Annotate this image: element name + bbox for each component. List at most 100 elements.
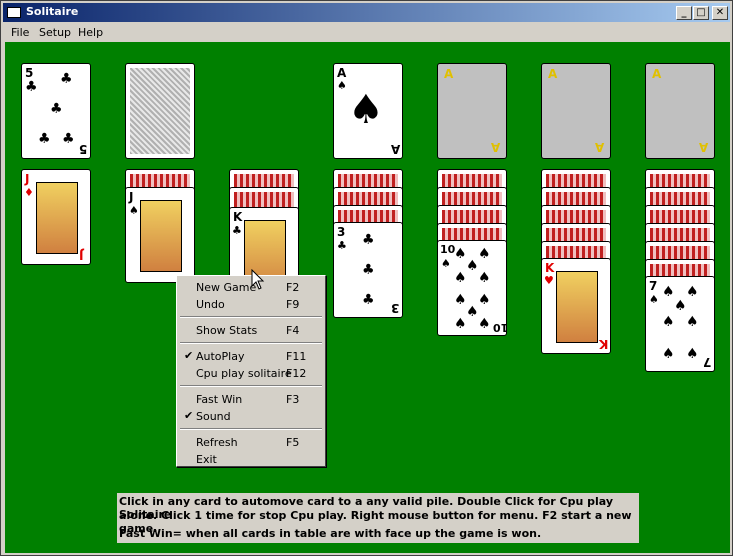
card-rank-inverted: K	[599, 337, 609, 351]
menu-item-label: Show Stats	[196, 324, 258, 337]
card-rank: 5	[25, 66, 34, 80]
menu-setup[interactable]: Setup	[39, 26, 71, 39]
menu-item-shortcut: F11	[286, 350, 307, 363]
card-rank-inverted: 3	[391, 301, 400, 315]
menu-help[interactable]: Help	[78, 26, 103, 39]
spade-icon: ♠	[454, 246, 467, 262]
close-button[interactable]: ✕	[712, 6, 728, 20]
spade-icon: ♠	[454, 316, 467, 332]
menu-item-label: Undo	[196, 298, 225, 311]
spade-icon: ♠	[348, 87, 384, 133]
tableau-6-top[interactable]: K ♥ K	[541, 258, 611, 354]
tableau-4-top[interactable]: 3 ♣ ♣ ♣ ♣ 3	[333, 222, 403, 318]
card-rank-inverted: 5	[79, 142, 88, 156]
card-rank-inverted: 7	[703, 355, 712, 369]
menu-bar: File Setup Help	[3, 23, 730, 41]
card-rank: K	[233, 210, 243, 224]
tableau-7-top[interactable]: 7 ♠ ♠ ♠ ♠ ♠ ♠ ♠ ♠ 7	[645, 276, 715, 372]
game-table[interactable]: 5 ♣ ♣ ♣ ♣ ♣ 5 A ♠ ♠ A A A A A A A J ♦ J …	[5, 42, 730, 553]
menu-item-shortcut: F5	[286, 436, 300, 449]
card-rank-inverted: A	[391, 142, 401, 156]
help-text-line: Fast Win= when all cards in table are wi…	[119, 527, 542, 540]
menu-separator	[180, 385, 322, 387]
club-icon: ♣	[38, 131, 51, 147]
spade-icon: ♠	[466, 258, 479, 274]
spade-icon: ♠	[649, 293, 659, 306]
tableau-1-top[interactable]: J ♦ J	[21, 169, 91, 265]
menu-item-label: Cpu play solitaire	[196, 367, 292, 380]
club-icon: ♣	[337, 239, 347, 252]
placeholder-rank: A	[548, 67, 558, 81]
diamond-icon: ♦	[24, 186, 34, 199]
spade-icon: ♠	[662, 284, 675, 300]
club-icon: ♣	[62, 131, 75, 147]
card-rank: 3	[337, 225, 346, 239]
menu-item-label: New Game	[196, 281, 257, 294]
solitaire-window: Solitaire _ □ ✕ File Setup Help 5 ♣ ♣ ♣ …	[0, 0, 733, 556]
card-rank: K	[545, 261, 555, 275]
spade-icon: ♠	[662, 346, 675, 362]
menu-item-label: Sound	[196, 410, 231, 423]
menu-item-shortcut: F12	[286, 367, 307, 380]
menu-item-fast-win[interactable]: Fast Win F3	[179, 391, 323, 407]
foundation-1[interactable]: A ♠ ♠ A	[333, 63, 403, 159]
club-icon: ♣	[362, 262, 375, 278]
menu-item-show-stats[interactable]: Show Stats F4	[179, 322, 323, 338]
menu-item-label: Exit	[196, 453, 217, 466]
minimize-button[interactable]: _	[676, 6, 692, 20]
jack-face-image	[36, 182, 78, 254]
title-bar[interactable]: Solitaire _ □ ✕	[3, 3, 730, 22]
stock-card[interactable]: 5 ♣ ♣ ♣ ♣ ♣ 5	[21, 63, 91, 159]
club-icon: ♣	[362, 292, 375, 308]
menu-item-cpu-play[interactable]: Cpu play solitaire F12	[179, 365, 323, 381]
menu-file[interactable]: File	[11, 26, 29, 39]
waste-pile[interactable]	[125, 63, 195, 159]
tableau-2-top[interactable]: J ♠	[125, 187, 195, 283]
spade-icon: ♠	[337, 79, 347, 92]
menu-item-label: Fast Win	[196, 393, 243, 406]
spade-icon: ♠	[129, 204, 139, 217]
spade-icon: ♠	[454, 292, 467, 308]
card-rank-inverted: 10	[493, 321, 507, 334]
menu-item-sound[interactable]: ✔ Sound	[179, 408, 323, 424]
check-icon: ✔	[184, 409, 194, 422]
foundation-4[interactable]: A A	[645, 63, 715, 159]
foundation-3[interactable]: A A	[541, 63, 611, 159]
spade-icon: ♠	[686, 284, 699, 300]
spade-icon: ♠	[478, 316, 491, 332]
spade-icon: ♠	[478, 246, 491, 262]
card-rank-inverted: J	[79, 248, 84, 262]
menu-item-shortcut: F9	[286, 298, 300, 311]
menu-item-autoplay[interactable]: ✔ AutoPlay F11	[179, 348, 323, 364]
menu-item-shortcut: F3	[286, 393, 300, 406]
tableau-5-top[interactable]: 10 ♠ ♠ ♠ ♠ ♠ ♠ ♠ ♠ ♠ ♠ ♠ 10	[437, 240, 507, 336]
menu-separator	[180, 342, 322, 344]
menu-item-label: AutoPlay	[196, 350, 245, 363]
menu-item-refresh[interactable]: Refresh F5	[179, 434, 323, 450]
menu-item-undo[interactable]: Undo F9	[179, 296, 323, 312]
maximize-button[interactable]: □	[693, 6, 709, 20]
king-face-image	[556, 271, 598, 343]
context-menu: New Game F2 Undo F9 Show Stats F4 ✔ Auto…	[176, 275, 326, 467]
placeholder-rank: A	[444, 67, 454, 81]
app-icon	[7, 7, 21, 18]
placeholder-rank: A	[595, 140, 605, 154]
card-rank: A	[337, 66, 347, 80]
spade-icon: ♠	[466, 304, 479, 320]
card-rank: J	[25, 172, 30, 186]
menu-item-exit[interactable]: Exit	[179, 451, 323, 467]
menu-separator	[180, 428, 322, 430]
foundation-2[interactable]: A A	[437, 63, 507, 159]
spade-icon: ♠	[441, 257, 451, 270]
mouse-pointer-icon	[251, 269, 265, 290]
club-icon: ♣	[25, 79, 38, 95]
card-rank: 7	[649, 279, 658, 293]
menu-item-shortcut: F4	[286, 324, 300, 337]
heart-icon: ♥	[544, 274, 554, 287]
check-icon: ✔	[184, 349, 194, 362]
placeholder-rank: A	[652, 67, 662, 81]
club-icon: ♣	[50, 101, 63, 117]
club-icon: ♣	[362, 232, 375, 248]
spade-icon: ♠	[686, 314, 699, 330]
menu-separator	[180, 316, 322, 318]
